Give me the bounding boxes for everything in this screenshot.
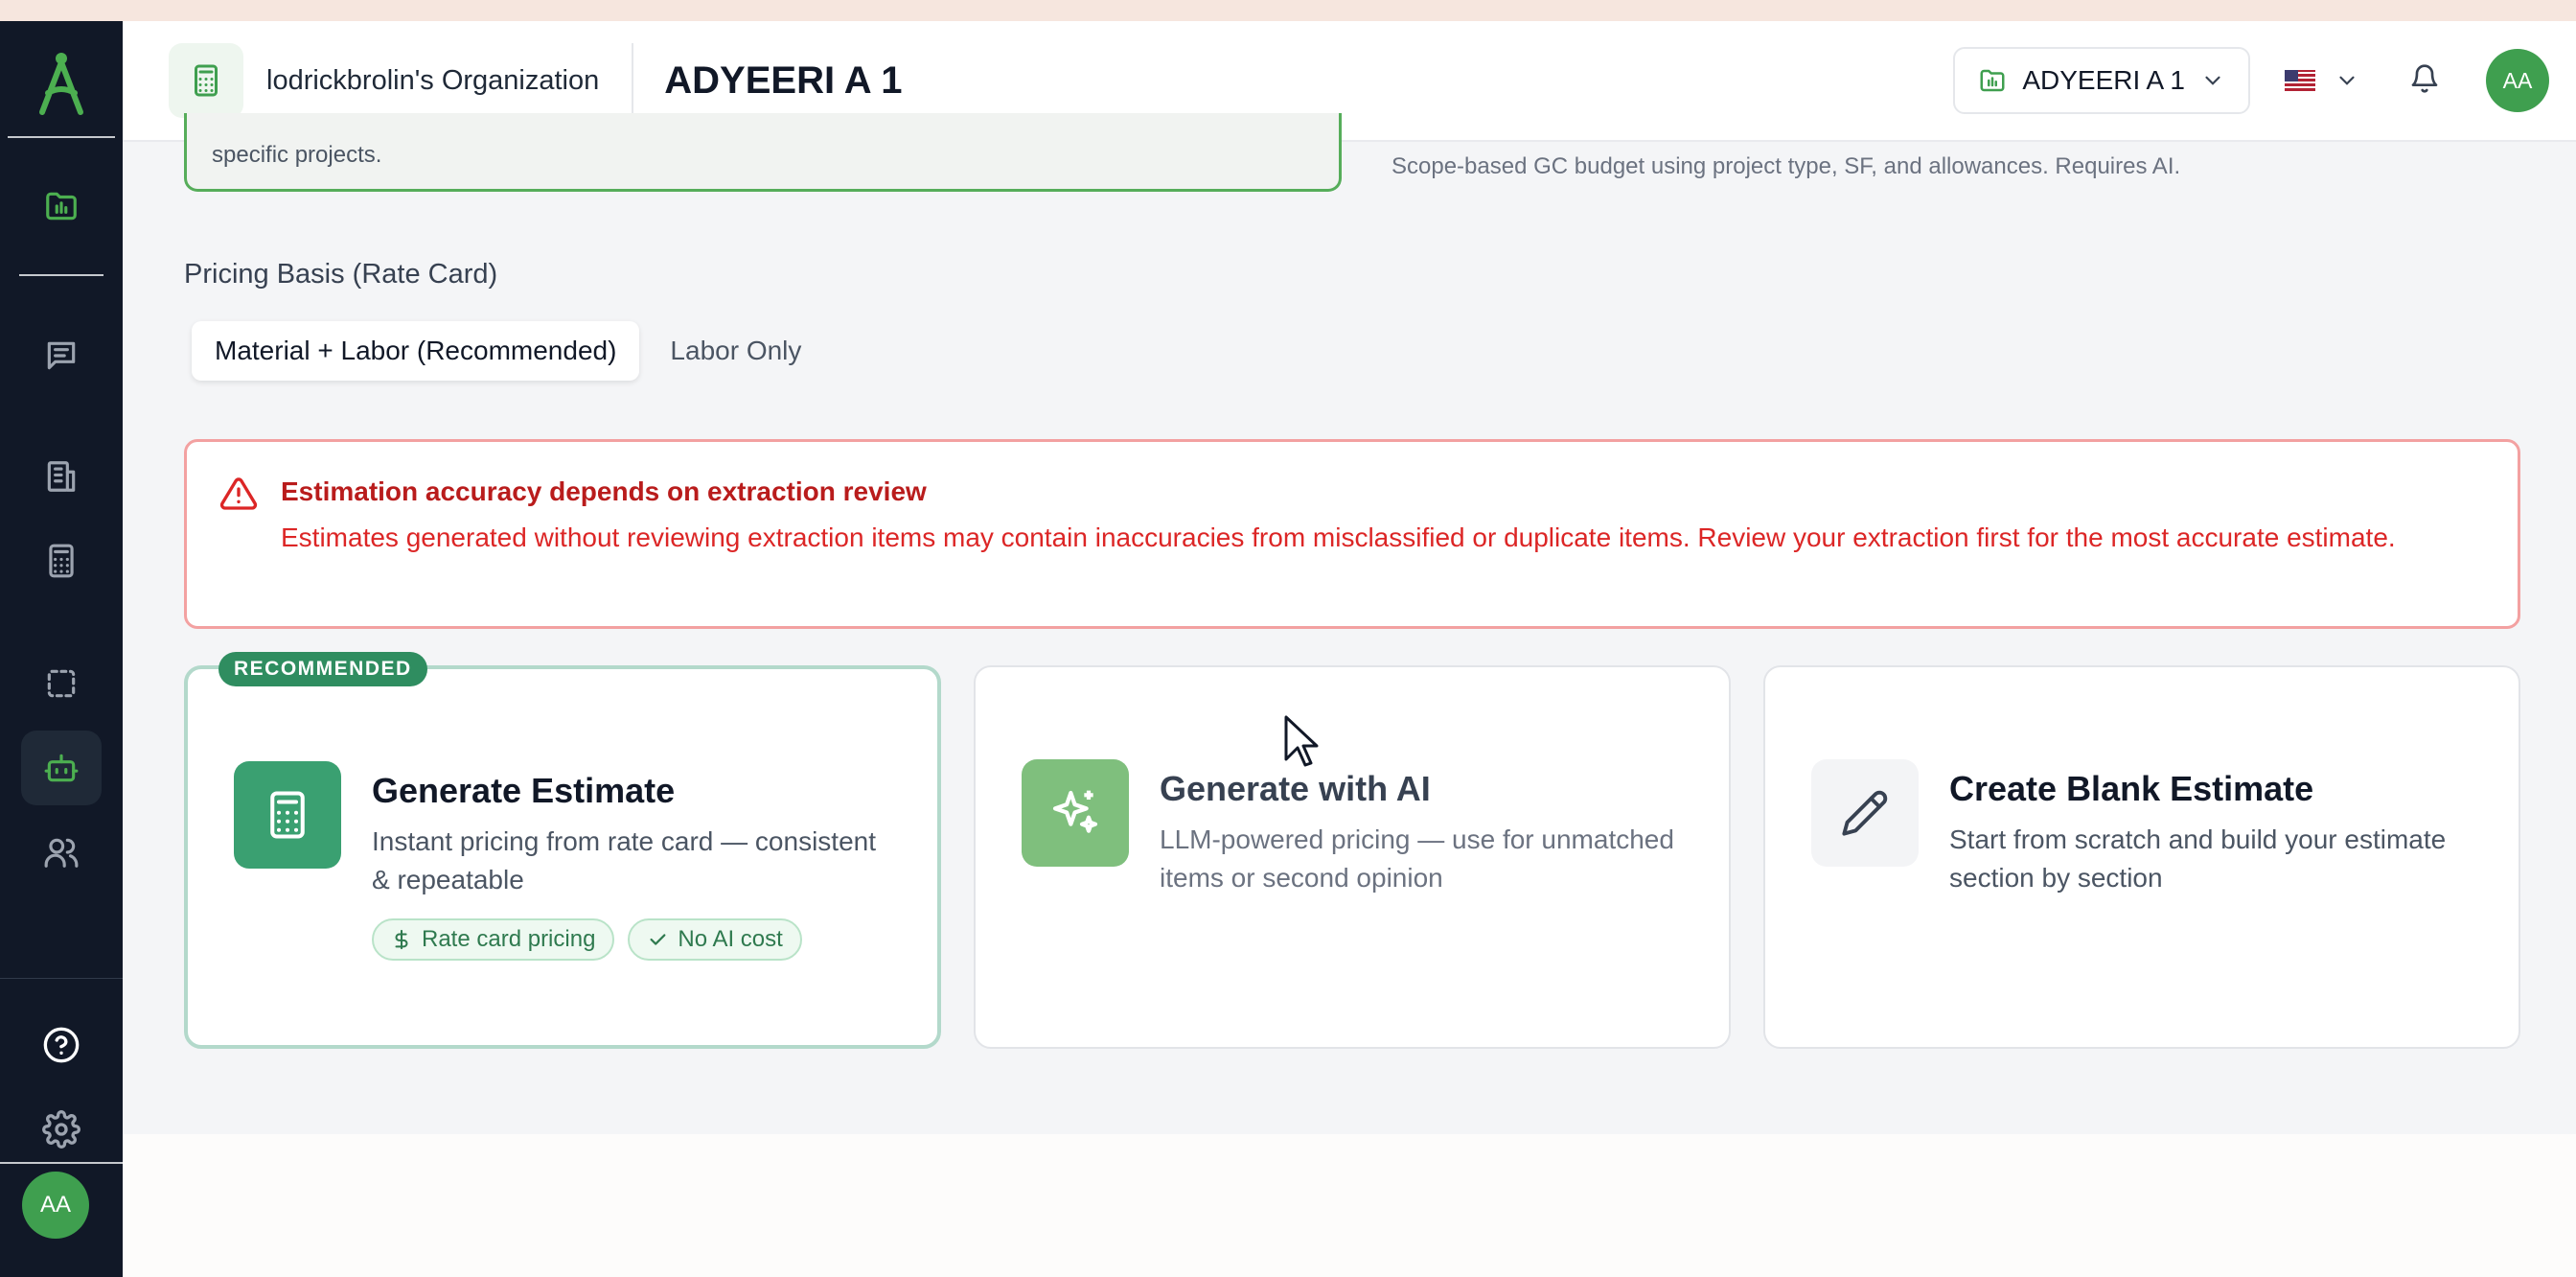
project-title: ADYEERI A 1 (664, 58, 903, 102)
header-avatar[interactable]: AA (2486, 49, 2549, 112)
project-select[interactable]: ADYEERI A 1 (1953, 47, 2250, 114)
sidebar-divider (0, 978, 123, 979)
app-frame: AA lodrickbrolin's Organization ADYEERI … (0, 21, 2576, 1277)
org-icon[interactable] (169, 43, 243, 118)
notifications-button[interactable] (2409, 63, 2440, 99)
calculator-icon (49, 544, 74, 578)
sidebar-item-messages[interactable] (21, 318, 102, 393)
card-feature-pills: Rate card pricing No AI cost (372, 918, 802, 961)
selection-icon (47, 669, 76, 698)
folder-chart-icon (46, 192, 77, 221)
pill-label: No AI cost (678, 926, 783, 952)
sidebar-item-settings[interactable] (21, 1092, 102, 1167)
estimate-type-card[interactable]: specific projects. (184, 113, 1342, 192)
card-title: Generate Estimate (372, 771, 676, 810)
message-icon (47, 341, 76, 370)
chevron-down-icon (2339, 76, 2355, 85)
pricing-option-labor-only[interactable]: Labor Only (670, 336, 801, 366)
main-content: specific projects. Scope-based GC budget… (123, 113, 2576, 1277)
sidebar-item-projects[interactable] (21, 169, 102, 244)
card-title: Generate with AI (1160, 769, 1431, 808)
pencil-icon (1842, 790, 1888, 836)
bell-icon (2411, 63, 2438, 93)
org-name[interactable]: lodrickbrolin's Organization (266, 65, 599, 97)
sidebar-item-help[interactable] (21, 1008, 102, 1082)
calculator-icon (270, 791, 305, 839)
pill-rate-card-pricing: Rate card pricing (372, 918, 615, 961)
estimate-type-note: Scope-based GC budget using project type… (1392, 153, 2181, 179)
card-icon-box (1811, 759, 1919, 867)
gear-icon (42, 1110, 80, 1149)
pill-no-ai-cost: No AI cost (628, 918, 802, 961)
generate-with-ai-card[interactable]: Generate with AI LLM-powered pricing — u… (974, 665, 1731, 1049)
dollar-icon (395, 929, 408, 950)
card-description: LLM-powered pricing — use for unmatched … (1160, 824, 1674, 893)
sidebar-item-ai-assistant[interactable] (21, 731, 102, 805)
sparkles-icon (1052, 790, 1098, 833)
generate-estimate-card[interactable]: RECOMMENDED Generate Estimate Instant pr… (184, 652, 941, 1049)
card-icon-box (1022, 759, 1129, 867)
card-description: Instant pricing from rate card — consist… (372, 826, 876, 894)
alert-body: Estimates generated without reviewing ex… (281, 522, 2396, 552)
us-flag-icon (2285, 70, 2315, 91)
card-title: Create Blank Estimate (1949, 769, 2314, 808)
calculator-icon (195, 64, 218, 97)
sidebar-divider (19, 274, 104, 276)
project-select-label: ADYEERI A 1 (2022, 65, 2185, 95)
header-actions: ADYEERI A 1 AA (1953, 47, 2549, 114)
card-icon-box (234, 761, 341, 869)
sidebar-item-users[interactable] (21, 815, 102, 890)
sidebar-item-estimates[interactable] (21, 523, 102, 598)
alert-title: Estimation accuracy depends on extractio… (281, 476, 927, 506)
estimate-type-card-text: specific projects. (212, 142, 382, 168)
users-icon (44, 838, 79, 868)
user-avatar[interactable]: AA (22, 1172, 89, 1239)
card-description: Start from scratch and build your estima… (1949, 824, 2447, 893)
app-logo[interactable] (31, 48, 92, 117)
language-select[interactable] (2285, 68, 2359, 93)
sidebar-item-takeoff[interactable] (21, 646, 102, 721)
sidebar-divider (0, 1162, 123, 1164)
pricing-basis-toggle: Material + Labor (Recommended) Labor Onl… (184, 316, 962, 385)
recommended-badge: RECOMMENDED (218, 652, 427, 686)
building-icon (47, 461, 76, 492)
sidebar-divider (8, 136, 115, 138)
header-divider (632, 43, 634, 118)
warning-triangle-icon (219, 477, 258, 510)
pill-label: Rate card pricing (422, 926, 596, 952)
extraction-warning-alert: Estimation accuracy depends on extractio… (184, 439, 2520, 629)
mouse-cursor-icon (1284, 715, 1319, 767)
help-icon (43, 1027, 80, 1063)
sidebar-item-buildings[interactable] (21, 439, 102, 514)
create-blank-estimate-card[interactable]: Create Blank Estimate Start from scratch… (1763, 665, 2520, 1049)
sidebar: AA (0, 21, 123, 1277)
chevron-down-icon (2205, 76, 2220, 85)
folder-chart-icon (1980, 69, 2005, 92)
bot-icon (44, 754, 79, 782)
check-icon (650, 934, 666, 945)
page-footer-area (123, 1134, 2576, 1277)
pricing-basis-label: Pricing Basis (Rate Card) (184, 259, 498, 290)
pricing-option-material-labor[interactable]: Material + Labor (Recommended) (192, 321, 640, 381)
